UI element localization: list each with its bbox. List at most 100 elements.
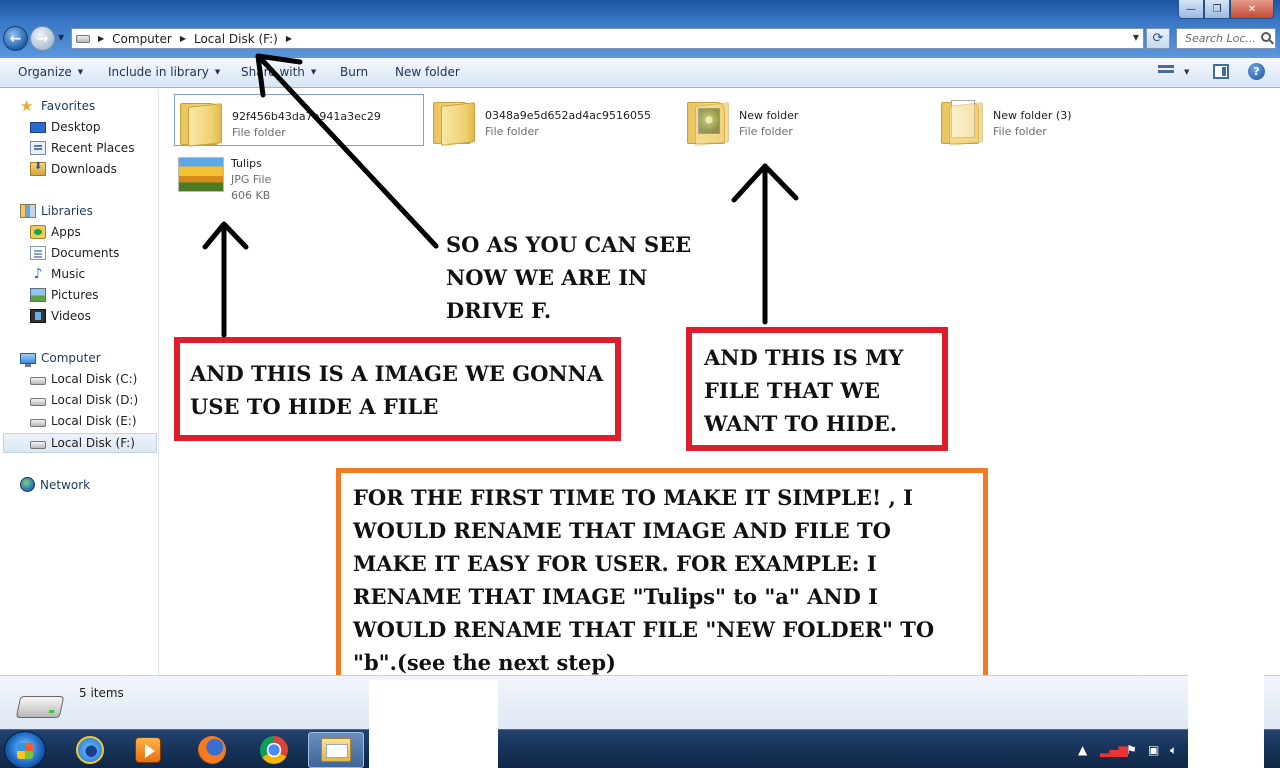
action-center-flag-icon[interactable]: ⚑ [1126,743,1137,757]
organize-button[interactable]: Organize ▼ [18,65,83,79]
file-name: 0348a9e5d652ad4ac9516055 [485,109,651,122]
folder-photo-icon [687,98,729,146]
help-icon[interactable]: ? [1248,63,1265,80]
file-item-folder-0348a9[interactable]: 0348a9e5d652ad4ac9516055 File folder [428,94,678,146]
pictures-icon [30,288,46,302]
item-count: 5 items [79,686,124,700]
nav-item-pictures[interactable]: Pictures [30,288,99,302]
drive-icon [30,377,46,385]
videos-icon [30,309,46,323]
taskbar: ▲ ▂▄▆ ⚑ ▣ 🔈︎ [0,729,1280,768]
maximize-button[interactable]: ❐ [1204,0,1230,19]
nav-label: Favorites [41,99,96,113]
breadcrumb-local-disk-f[interactable]: Local Disk (F:) [194,32,278,46]
change-view-icon[interactable] [1158,65,1174,79]
chevron-right-icon[interactable]: ▶ [98,34,104,43]
file-name: New folder [739,109,799,122]
address-dropdown-button[interactable]: ▼ [1133,33,1139,42]
caret-down-icon: ▼ [77,68,84,76]
forward-button[interactable]: → [30,26,55,51]
jpg-thumbnail [178,157,224,192]
caption-buttons: — ❐ ✕ [1178,0,1274,19]
drive-icon [30,441,46,449]
documents-icon [30,246,46,260]
arrow-left-icon: ← [9,30,22,47]
include-in-library-button[interactable]: Include in library ▼ [108,65,220,79]
taskbar-firefox[interactable] [184,732,240,768]
desktop-icon [30,121,46,133]
file-size: 606 KB [231,189,271,202]
nav-label: Computer [41,351,101,365]
annotation-box-rename: FOR THE FIRST TIME TO MAKE IT SIMPLE! , … [336,468,988,680]
chevron-right-icon[interactable]: ▶ [286,34,292,43]
nav-label: Local Disk (D:) [51,393,139,407]
preview-pane-icon[interactable] [1213,64,1229,79]
nav-item-local-disk-e[interactable]: Local Disk (E:) [30,414,137,428]
nav-label: Videos [51,309,91,323]
file-name: 92f456b43da7e941a3ec29 [232,110,381,123]
include-in-library-label: Include in library [108,65,209,79]
nav-label: Pictures [51,288,99,302]
taskbar-chrome[interactable] [246,732,302,768]
network-signal-icon[interactable]: ▂▄▆ [1100,743,1128,757]
file-item-folder-92f456[interactable]: 92f456b43da7e941a3ec29 File folder [174,94,424,147]
nav-group-favorites[interactable]: ★ Favorites [20,97,96,115]
taskbar-media-player[interactable] [120,732,176,768]
nav-item-downloads[interactable]: Downloads [30,161,117,176]
command-toolbar: Organize ▼ Include in library ▼ Share with… [0,58,1280,88]
search-placeholder: Search Loc... [1185,32,1256,45]
annotation-box-image: AND THIS IS A IMAGE WE GONNA USE TO HIDE… [174,337,621,441]
caret-down-icon: ▼ [214,68,221,76]
nav-group-network[interactable]: Network [20,477,90,492]
file-type: File folder [485,125,539,138]
nav-group-computer[interactable]: Computer [20,351,101,367]
address-bar[interactable]: ▶ Computer ▶ Local Disk (F:) ▶ ▼ [71,28,1144,49]
burn-button[interactable]: Burn [340,65,368,79]
star-icon: ★ [20,97,34,115]
taskbar-internet-explorer[interactable] [62,732,118,768]
file-item-new-folder-3[interactable]: New folder (3) File folder [936,94,1186,146]
nav-label: Libraries [41,204,93,218]
nav-label: Recent Places [51,141,135,155]
status-bar: 5 items [0,675,1280,729]
file-type: File folder [993,125,1047,138]
nav-item-local-disk-d[interactable]: Local Disk (D:) [30,393,138,407]
nav-item-local-disk-c[interactable]: Local Disk (C:) [30,372,137,386]
new-folder-button[interactable]: New folder [395,65,460,79]
close-button[interactable]: ✕ [1230,0,1274,19]
nav-item-videos[interactable]: Videos [30,309,91,323]
nav-item-local-disk-f[interactable]: Local Disk (F:) [3,433,157,453]
power-icon[interactable]: ▣ [1148,743,1159,757]
recent-pages-dropdown[interactable]: ▼ [58,33,64,42]
search-input[interactable]: Search Loc... [1176,28,1276,49]
refresh-icon: ⟳ [1152,31,1164,46]
downloads-icon [30,161,46,176]
nav-item-apps[interactable]: Apps [30,225,81,239]
internet-explorer-icon [76,736,104,764]
volume-icon[interactable]: 🔈︎ [1170,743,1177,758]
drive-icon [30,398,46,406]
nav-group-libraries[interactable]: Libraries [20,204,93,218]
nav-label: Desktop [51,120,101,134]
chevron-right-icon[interactable]: ▶ [180,34,186,43]
share-with-label: Share with [241,65,305,79]
more-options-icon[interactable]: ▼ [1184,68,1189,76]
nav-item-recent-places[interactable]: Recent Places [30,141,134,155]
show-hidden-icons-icon[interactable]: ▲ [1078,743,1087,757]
nav-item-documents[interactable]: Documents [30,246,119,260]
share-with-button[interactable]: Share with ▼ [241,65,316,79]
taskbar-windows-explorer[interactable] [308,732,364,768]
start-button[interactable] [4,731,46,768]
folder-icon [180,99,222,147]
nav-item-music[interactable]: ♪ Music [30,267,86,281]
nav-label: Network [40,477,91,492]
annotation-file-note: AND THIS IS MY FILE THAT WE WANT TO HIDE… [704,345,904,436]
nav-item-desktop[interactable]: Desktop [30,120,101,134]
minimize-button[interactable]: — [1178,0,1204,19]
refresh-button[interactable]: ⟳ [1146,28,1170,49]
annotation-image-note: AND THIS IS A IMAGE WE GONNA USE TO HIDE… [190,361,604,419]
breadcrumb-computer[interactable]: Computer [112,32,172,46]
file-item-new-folder[interactable]: New folder File folder [682,94,932,146]
window-title-bar: — ❐ ✕ ← → ▼ ▶ Computer ▶ Local Disk (F:)… [0,0,1280,58]
back-button[interactable]: ← [3,26,28,51]
